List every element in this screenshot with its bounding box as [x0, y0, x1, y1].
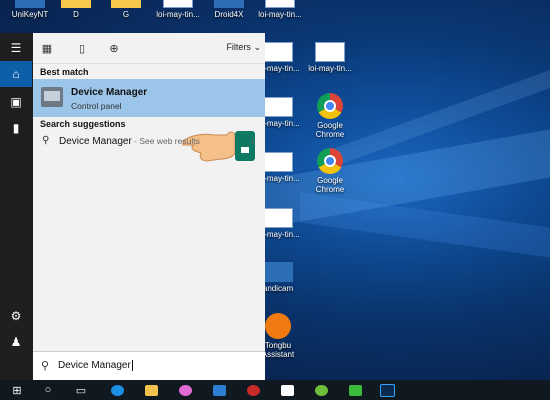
search-panel: ▦ ▯ ⊕ Filters ⌄ Best match Device Manage… — [33, 33, 265, 381]
desktop-icon-doc[interactable]: loi-may-tin... — [150, 0, 206, 19]
start-menu: ☰ ⌂ ▣ ▮ ⚙ ♟ ▦ ▯ ⊕ Filters ⌄ Best match D… — [0, 33, 265, 381]
best-match-heading: Best match — [40, 67, 89, 77]
documents-icon[interactable]: ▣ — [0, 89, 32, 115]
documents-filter-icon[interactable]: ▯ — [75, 41, 89, 55]
droid4x-icon — [214, 0, 244, 8]
text-cursor — [131, 360, 133, 371]
itunes-icon[interactable] — [170, 380, 200, 400]
line-chat-icon[interactable] — [340, 380, 370, 400]
device-manager-icon — [41, 87, 63, 107]
desktop-icon-d[interactable]: D — [48, 0, 104, 19]
filters-dropdown[interactable]: Filters ⌄ — [226, 42, 261, 53]
suggestion-suffix: - See web results — [131, 136, 200, 146]
photoshop-icon[interactable] — [372, 380, 402, 400]
best-match-subtitle: Control panel — [71, 101, 122, 111]
desktop-icon-doc[interactable]: loi-may-tin... — [302, 42, 358, 73]
best-match-title: Device Manager — [71, 87, 148, 98]
document-icon — [263, 152, 293, 172]
bandicam-icon — [263, 262, 293, 282]
desktop-icon-droid4x[interactable]: Droid4X — [201, 0, 257, 19]
desktop-icon-chrome[interactable]: Google Chrome — [302, 93, 358, 139]
best-match-result[interactable]: Device Manager Control panel — [33, 79, 265, 162]
wallpaper-light-beam — [300, 192, 550, 258]
store-icon[interactable] — [204, 380, 234, 400]
chrome-icon — [317, 93, 343, 119]
web-filter-icon[interactable]: ⊕ — [107, 41, 121, 55]
search-input[interactable]: Device Manager — [58, 360, 133, 371]
search-filters-row: ▦ ▯ ⊕ Filters ⌄ — [33, 33, 265, 64]
web-suggestion-item[interactable]: ⚲ Device Manager - See web results › — [33, 131, 265, 153]
search-icon: ⚲ — [42, 135, 50, 146]
document-icon — [263, 97, 293, 117]
file-explorer-icon[interactable] — [136, 380, 166, 400]
taskbar: ⊞ ○ ▭ — [0, 380, 550, 400]
edge-icon[interactable] — [102, 380, 132, 400]
device-icon[interactable]: ▮ — [0, 115, 32, 141]
apps-filter-icon[interactable]: ▦ — [40, 41, 54, 55]
chevron-right-icon[interactable]: › — [251, 134, 255, 148]
settings-gear-icon[interactable]: ⚙ — [0, 303, 32, 329]
search-suggestions-heading: Search suggestions — [40, 119, 126, 129]
document-icon — [263, 208, 293, 228]
document-icon — [315, 42, 345, 62]
document-icon — [263, 42, 293, 62]
home-icon[interactable]: ⌂ — [0, 61, 32, 87]
search-icon: ⚲ — [41, 360, 50, 372]
task-view-icon[interactable]: ▭ — [66, 380, 96, 400]
start-rail: ☰ ⌂ ▣ ▮ ⚙ ♟ — [0, 33, 32, 380]
desktop-icon-doc[interactable]: loi-may-tin... — [252, 0, 308, 19]
cortana-icon[interactable]: ○ — [33, 380, 63, 400]
tongbu-icon — [265, 313, 291, 339]
folder-icon — [111, 0, 141, 8]
windows-start-icon[interactable]: ⊞ — [2, 380, 32, 400]
chevron-down-icon: ⌄ — [253, 42, 261, 52]
feedback-user-icon[interactable]: ♟ — [0, 329, 32, 355]
unikey-icon — [15, 0, 45, 8]
desktop-icon-g[interactable]: G — [98, 0, 154, 19]
mail-icon[interactable] — [272, 380, 302, 400]
app-green-icon[interactable] — [306, 380, 336, 400]
chrome-icon — [317, 148, 343, 174]
hamburger-menu-icon[interactable]: ☰ — [0, 35, 32, 61]
desktop-icon-chrome[interactable]: Google Chrome — [302, 148, 358, 194]
search-box[interactable]: ⚲ Device Manager — [33, 351, 265, 381]
app-red-icon[interactable] — [238, 380, 268, 400]
document-icon — [265, 0, 295, 8]
suggestion-text: Device Manager — [59, 136, 132, 147]
document-icon — [163, 0, 193, 8]
folder-icon — [61, 0, 91, 8]
